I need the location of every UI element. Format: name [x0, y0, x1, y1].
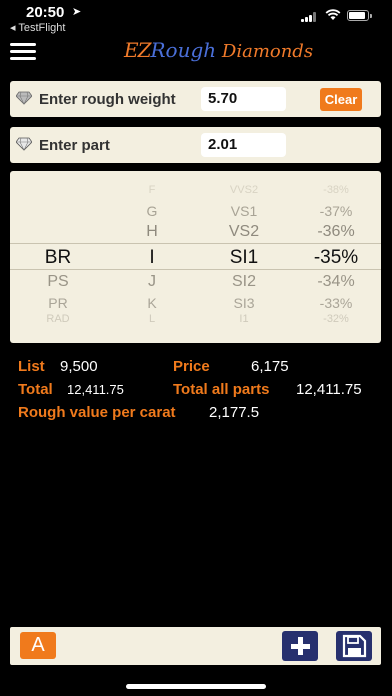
picker-shape-option: BR — [44, 247, 72, 268]
list-label: List — [18, 358, 45, 375]
picker-discount-option: -34% — [317, 273, 355, 290]
bottom-toolbar: A — [10, 627, 381, 665]
clear-button[interactable]: Clear — [320, 88, 362, 111]
picker-clarity-option: SI1 — [229, 247, 259, 268]
picker-color-option: I — [149, 247, 155, 268]
picker-color-option: L — [148, 313, 156, 325]
total-label: Total — [18, 381, 53, 398]
diamond-icon — [16, 91, 32, 105]
picker-color-option: F — [148, 184, 156, 196]
part-input[interactable]: 2.01 — [201, 133, 286, 157]
picker-color-option: G — [146, 203, 158, 219]
total-all-parts-value: 12,411.75 — [296, 381, 362, 398]
picker-shape-option: PR — [48, 295, 68, 311]
picker-clarity-option: VS1 — [230, 203, 258, 219]
list-value: 9,500 — [60, 358, 98, 375]
app-logo: EZRough Diamonds — [124, 38, 314, 62]
picker-discount-option: -33% — [319, 295, 353, 311]
picker-clarity-option: SI2 — [231, 273, 257, 290]
picker-discount-option: -37% — [319, 203, 353, 219]
picker-color-option: K — [147, 295, 157, 311]
picker-discount-option: -36% — [317, 223, 355, 240]
total-all-parts-label: Total all parts — [173, 381, 270, 398]
total-value: 12,411.75 — [67, 382, 124, 397]
floppy-disk-icon — [342, 634, 367, 658]
price-label: Price — [173, 358, 210, 375]
picker-shape-option: RAD — [46, 313, 70, 325]
rough-value-per-carat-value: 2,177.5 — [209, 404, 260, 421]
picker-discount-option: -35% — [313, 247, 359, 268]
hamburger-menu-icon[interactable] — [10, 43, 36, 61]
a-button[interactable]: A — [20, 632, 56, 659]
picker-shape-option: PS — [47, 273, 69, 290]
rough-weight-panel: Enter rough weight 5.70 Clear — [10, 81, 381, 117]
plus-icon — [291, 637, 310, 655]
price-value: 6,175 — [251, 358, 289, 375]
rough-value-per-carat-label: Rough value per carat — [18, 404, 176, 421]
picker-clarity-option: SI3 — [233, 295, 255, 311]
picker-clarity-option: I1 — [239, 313, 249, 325]
home-indicator — [126, 684, 266, 689]
picker-clarity-option: VVS2 — [229, 184, 259, 196]
rough-weight-input[interactable]: 5.70 — [201, 87, 286, 111]
save-button[interactable] — [336, 631, 372, 661]
status-time: 20:50 — [26, 4, 65, 21]
back-to-testflight-link[interactable]: ◂ TestFlight — [10, 21, 65, 34]
location-arrow-icon: ➤ — [72, 6, 82, 18]
picker-clarity-option: VS2 — [228, 223, 260, 240]
part-panel: Enter part 2.01 — [10, 127, 381, 163]
grade-picker[interactable]: F VVS2 -38% G VS1 -37% H VS2 -36% BR I SI1 -35% PS J SI… — [10, 171, 381, 343]
battery-icon — [347, 10, 372, 21]
picker-discount-option: -32% — [323, 313, 349, 325]
cellular-signal-icon — [301, 12, 319, 22]
rough-weight-label: Enter rough weight — [39, 91, 176, 108]
picker-discount-option: -38% — [323, 184, 349, 196]
wifi-icon — [325, 9, 341, 20]
picker-color-option: J — [148, 273, 156, 290]
add-button[interactable] — [282, 631, 318, 661]
diamond-icon — [16, 137, 32, 151]
part-label: Enter part — [39, 137, 110, 154]
picker-color-option: H — [146, 223, 158, 240]
